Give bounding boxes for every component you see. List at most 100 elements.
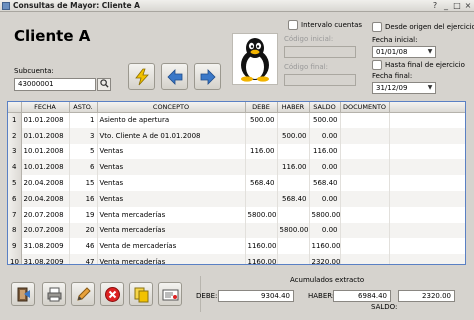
cell-saldo[interactable]: 0.00 bbox=[309, 127, 341, 144]
cell-debe[interactable]: 500.00 bbox=[245, 112, 278, 128]
maximize-button[interactable]: □ bbox=[452, 1, 462, 11]
cell-doc[interactable] bbox=[340, 127, 390, 144]
cell-haber[interactable]: 568.40 bbox=[277, 190, 310, 207]
row-number[interactable]: 4 bbox=[8, 159, 22, 176]
column-header-fecha[interactable]: FECHA bbox=[21, 102, 70, 113]
table-row[interactable]: 9 31.08.2009 46 Venta de mercaderías 1160.00… bbox=[8, 238, 465, 255]
column-header-asto[interactable]: ASTO. bbox=[69, 102, 98, 113]
codigo-inicial-field[interactable] bbox=[284, 46, 356, 58]
row-number[interactable]: 10 bbox=[8, 254, 22, 264]
ledger-table[interactable]: FECHA ASTO. CONCEPTO DEBE HABER SALDO DO… bbox=[7, 101, 466, 265]
row-number[interactable]: 9 bbox=[8, 238, 22, 255]
table-row[interactable]: 3 10.01.2008 5 Ventas 116.00 116.00 bbox=[8, 143, 465, 160]
cell-debe[interactable]: 568.40 bbox=[245, 175, 278, 191]
cell-asto[interactable]: 3 bbox=[69, 127, 98, 144]
delete-button[interactable] bbox=[100, 282, 124, 306]
table-row[interactable]: 10 31.08.2009 47 Venta mercaderías 1160.00 23… bbox=[8, 254, 465, 264]
row-number[interactable]: 3 bbox=[8, 143, 22, 160]
copy-button[interactable] bbox=[129, 282, 153, 306]
cell-concepto[interactable]: Vto. Cliente A de 01.01.2008 bbox=[97, 127, 246, 144]
minimize-button[interactable]: _ bbox=[441, 1, 451, 11]
row-number[interactable]: 1 bbox=[8, 112, 22, 128]
cell-debe[interactable] bbox=[245, 159, 278, 176]
cell-concepto[interactable]: Venta mercaderías bbox=[97, 206, 246, 223]
cell-doc[interactable] bbox=[340, 159, 390, 176]
cell-doc[interactable] bbox=[340, 175, 390, 191]
accounts-button[interactable] bbox=[158, 282, 182, 306]
execute-button[interactable] bbox=[128, 63, 155, 90]
cell-haber[interactable] bbox=[277, 143, 310, 160]
cell-doc[interactable] bbox=[340, 206, 390, 223]
table-row[interactable]: 7 20.07.2008 19 Venta mercaderías 5800.00 580… bbox=[8, 206, 465, 223]
search-button[interactable] bbox=[97, 78, 111, 91]
codigo-final-field[interactable] bbox=[284, 74, 356, 86]
cell-asto[interactable]: 15 bbox=[69, 175, 98, 191]
cell-asto[interactable]: 47 bbox=[69, 254, 98, 264]
intervalo-checkbox[interactable] bbox=[288, 20, 298, 30]
cell-concepto[interactable]: Ventas bbox=[97, 190, 246, 207]
cell-concepto[interactable]: Venta mercaderías bbox=[97, 222, 246, 239]
cell-asto[interactable]: 46 bbox=[69, 238, 98, 255]
cell-concepto[interactable]: Ventas bbox=[97, 159, 246, 176]
cell-saldo[interactable]: 116.00 bbox=[309, 143, 341, 160]
cell-fecha[interactable]: 20.07.2008 bbox=[21, 222, 70, 239]
row-number[interactable]: 6 bbox=[8, 190, 22, 207]
hasta-final-checkbox[interactable] bbox=[372, 60, 382, 70]
cell-haber[interactable]: 500.00 bbox=[277, 127, 310, 144]
table-row[interactable]: 1 01.01.2008 1 Asiento de apertura 500.00 500… bbox=[8, 112, 465, 128]
cell-haber[interactable] bbox=[277, 175, 310, 191]
cell-saldo[interactable]: 5800.00 bbox=[309, 206, 341, 223]
chevron-down-icon[interactable]: ▼ bbox=[425, 83, 435, 93]
row-number[interactable]: 2 bbox=[8, 127, 22, 144]
chevron-down-icon[interactable]: ▼ bbox=[425, 47, 435, 57]
cell-debe[interactable] bbox=[245, 127, 278, 144]
cell-concepto[interactable]: Ventas bbox=[97, 175, 246, 191]
cell-doc[interactable] bbox=[340, 112, 390, 128]
cell-fecha[interactable]: 01.01.2008 bbox=[21, 127, 70, 144]
cell-asto[interactable]: 5 bbox=[69, 143, 98, 160]
cell-haber[interactable]: 5800.00 bbox=[277, 222, 310, 239]
cell-doc[interactable] bbox=[340, 143, 390, 160]
row-number[interactable]: 7 bbox=[8, 206, 22, 223]
next-button[interactable] bbox=[194, 63, 221, 90]
table-row[interactable]: 6 20.04.2008 16 Ventas 568.40 0.00 bbox=[8, 190, 465, 207]
cell-saldo[interactable]: 1160.00 bbox=[309, 238, 341, 255]
cell-haber[interactable] bbox=[277, 206, 310, 223]
cell-haber[interactable] bbox=[277, 112, 310, 128]
cell-fecha[interactable]: 20.07.2008 bbox=[21, 206, 70, 223]
previous-button[interactable] bbox=[161, 63, 188, 90]
cell-concepto[interactable]: Asiento de apertura bbox=[97, 112, 246, 128]
cell-asto[interactable]: 1 bbox=[69, 112, 98, 128]
cell-doc[interactable] bbox=[340, 254, 390, 264]
desde-origen-checkbox[interactable] bbox=[372, 22, 382, 32]
cell-fecha[interactable]: 20.04.2008 bbox=[21, 190, 70, 207]
edit-button[interactable] bbox=[71, 282, 95, 306]
cell-asto[interactable]: 20 bbox=[69, 222, 98, 239]
table-row[interactable]: 8 20.07.2008 20 Venta mercaderías 5800.00 0.0… bbox=[8, 222, 465, 239]
cell-concepto[interactable]: Venta de mercaderías bbox=[97, 238, 246, 255]
cell-debe[interactable]: 5800.00 bbox=[245, 206, 278, 223]
row-number[interactable]: 5 bbox=[8, 175, 22, 191]
table-row[interactable]: 2 01.01.2008 3 Vto. Cliente A de 01.01.2008… bbox=[8, 127, 465, 144]
cell-concepto[interactable]: Ventas bbox=[97, 143, 246, 160]
cell-haber[interactable] bbox=[277, 238, 310, 255]
cell-saldo[interactable]: 2320.00 bbox=[309, 254, 341, 264]
column-header-saldo[interactable]: SALDO bbox=[309, 102, 341, 113]
fecha-inicial-input[interactable]: 01/01/08 ▼ bbox=[372, 46, 436, 58]
cell-saldo[interactable]: 0.00 bbox=[309, 190, 341, 207]
cell-saldo[interactable]: 0.00 bbox=[309, 159, 341, 176]
close-button[interactable]: × bbox=[463, 1, 473, 11]
cell-saldo[interactable]: 568.40 bbox=[309, 175, 341, 191]
cell-doc[interactable] bbox=[340, 238, 390, 255]
cell-saldo[interactable]: 0.00 bbox=[309, 222, 341, 239]
cell-fecha[interactable]: 10.01.2008 bbox=[21, 159, 70, 176]
cell-debe[interactable]: 1160.00 bbox=[245, 254, 278, 264]
column-header-concepto[interactable]: CONCEPTO bbox=[97, 102, 246, 113]
cell-asto[interactable]: 19 bbox=[69, 206, 98, 223]
table-row[interactable]: 4 10.01.2008 6 Ventas 116.00 0.00 bbox=[8, 159, 465, 176]
cell-doc[interactable] bbox=[340, 222, 390, 239]
cell-doc[interactable] bbox=[340, 190, 390, 207]
cell-asto[interactable]: 16 bbox=[69, 190, 98, 207]
column-header-documento[interactable]: DOCUMENTO bbox=[340, 102, 390, 113]
cell-debe[interactable]: 116.00 bbox=[245, 143, 278, 160]
